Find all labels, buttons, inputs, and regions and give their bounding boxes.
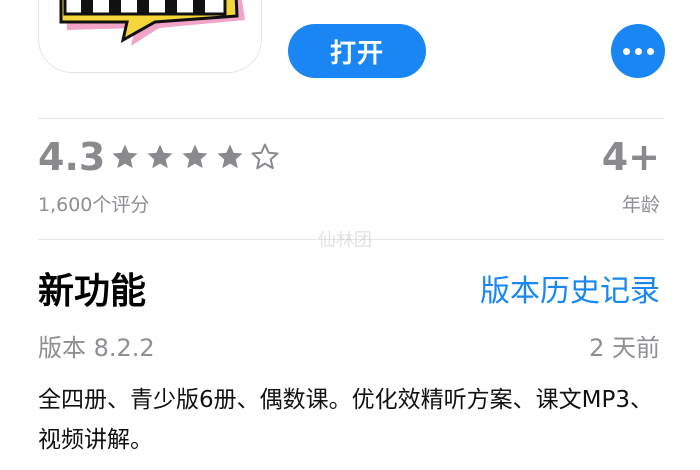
watermark: 仙林团 bbox=[318, 230, 372, 251]
star-filled-icon bbox=[217, 144, 243, 169]
open-button[interactable]: 打开 bbox=[288, 24, 426, 78]
version-label: 版本 8.2.2 bbox=[38, 334, 155, 362]
release-notes: 全四册、青少版6册、偶数课。优化效精听方案、课文MP3、视频讲解。 bbox=[38, 387, 653, 453]
rating-count: 1,600个评分 bbox=[38, 194, 150, 216]
ellipsis-icon bbox=[622, 47, 630, 55]
release-date: 2 天前 bbox=[589, 334, 660, 362]
version-history-link[interactable]: 版本历史记录 bbox=[480, 266, 660, 310]
star-filled-icon bbox=[112, 144, 138, 169]
app-icon bbox=[38, 0, 262, 73]
star-outline-icon bbox=[251, 143, 279, 170]
ellipsis-dot bbox=[634, 47, 642, 55]
star-rating bbox=[110, 142, 280, 172]
piano-icon bbox=[39, 0, 261, 72]
rating-value: 4.3 bbox=[38, 135, 106, 179]
star-filled-icon bbox=[147, 144, 173, 169]
whats-new-title: 新功能 bbox=[38, 271, 147, 312]
divider bbox=[38, 118, 664, 119]
star-filled-icon bbox=[182, 144, 208, 169]
age-rating: 4+ bbox=[601, 135, 660, 179]
more-options-button[interactable] bbox=[611, 24, 665, 78]
age-label: 年龄 bbox=[621, 194, 660, 216]
ellipsis-dot bbox=[646, 47, 654, 55]
